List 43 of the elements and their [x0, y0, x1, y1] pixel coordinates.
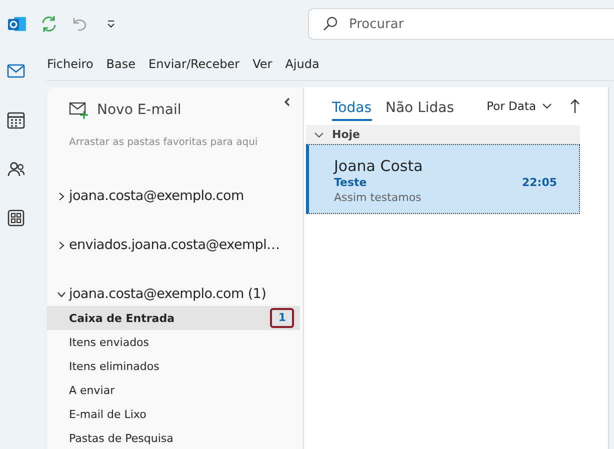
folder-item[interactable]: Pastas de Pesquisa — [69, 432, 174, 444]
menu-tab[interactable]: Base — [106, 57, 136, 71]
preview-text: Assim testamos — [334, 191, 422, 204]
folder-item[interactable]: Itens eliminados — [69, 360, 160, 372]
filter-tab[interactable]: Todas — [332, 92, 372, 120]
sort-button[interactable]: Por Data — [486, 99, 552, 113]
new-email-button[interactable]: Novo E-mail — [67, 95, 184, 125]
account-item[interactable]: joana.costa@exemplo.com — [47, 184, 303, 208]
mail-icon[interactable] — [7, 62, 25, 80]
time-text: 22:05 — [522, 176, 557, 189]
folder-item[interactable]: E-mail de Lixo — [69, 408, 146, 420]
account-item[interactable]: joana.costa@exemplo.com (1) — [47, 282, 303, 306]
sync-icon[interactable] — [40, 15, 58, 33]
collapsed-chevron-icon — [57, 192, 66, 200]
apps-icon[interactable] — [7, 209, 25, 227]
app-logo-icon — [8, 15, 26, 33]
unread-count: 1 — [270, 308, 294, 328]
people-icon[interactable] — [7, 160, 25, 178]
folder-item[interactable]: Caixa de Entrada — [69, 312, 175, 324]
new-mail-icon — [69, 101, 89, 119]
sender-name: Joana Costa — [334, 157, 424, 175]
calendar-icon[interactable] — [7, 111, 25, 129]
sort-direction-icon[interactable] — [570, 99, 580, 113]
collapsed-chevron-icon — [57, 240, 66, 250]
expanded-chevron-icon — [57, 290, 66, 298]
account-item[interactable]: enviados.joana.costa@exempl… — [47, 233, 303, 257]
menu-tab[interactable]: Ficheiro — [47, 57, 94, 71]
search-icon — [322, 16, 338, 32]
expanded-chevron-icon — [314, 130, 324, 138]
customize-dropdown-icon[interactable] — [106, 19, 116, 29]
filter-tab[interactable]: Não Lidas — [386, 92, 454, 120]
search-field[interactable]: Procurar — [308, 8, 614, 40]
dropdown-chevron-icon — [542, 102, 552, 110]
menu-tab[interactable]: Enviar/Receber — [148, 57, 240, 71]
folder-item[interactable]: Itens enviados — [69, 336, 150, 348]
collapse-chevron-icon[interactable] — [283, 97, 291, 107]
subject-text: Teste — [334, 176, 367, 189]
favorites-hint: Arrastar as pastas favoritas para aqui — [68, 136, 259, 150]
folder-item[interactable]: A enviar — [69, 384, 115, 396]
menu-tab[interactable]: Ver — [252, 57, 272, 71]
message-item[interactable]: Joana Costa Teste 22:05 Assim testamos — [306, 144, 580, 214]
group-header[interactable]: Hoje — [306, 125, 580, 144]
menu-tab[interactable]: Ajuda — [285, 57, 320, 71]
